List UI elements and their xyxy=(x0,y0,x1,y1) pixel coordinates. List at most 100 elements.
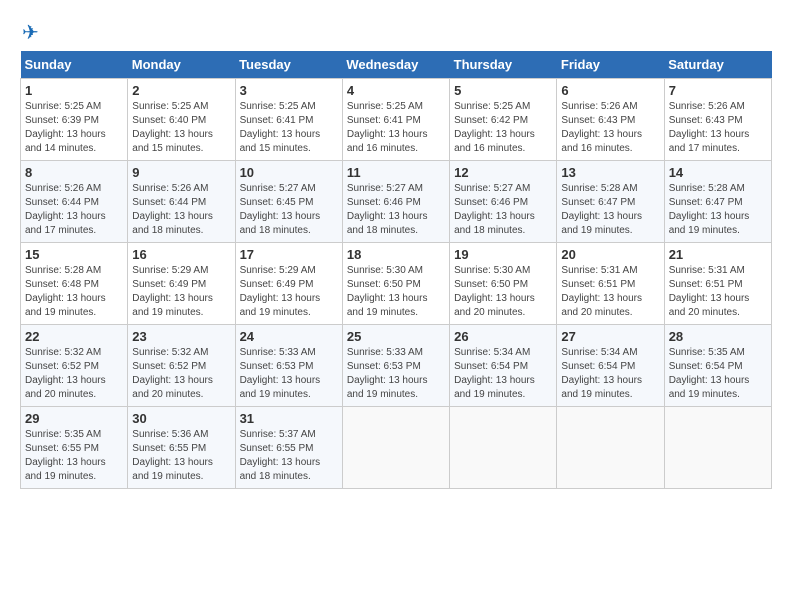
calendar-day-cell xyxy=(664,407,771,489)
calendar-day-cell xyxy=(450,407,557,489)
calendar-day-cell: 9 Sunrise: 5:26 AM Sunset: 6:44 PM Dayli… xyxy=(128,161,235,243)
day-number: 8 xyxy=(25,165,123,180)
day-number: 14 xyxy=(669,165,767,180)
calendar-day-cell: 26 Sunrise: 5:34 AM Sunset: 6:54 PM Dayl… xyxy=(450,325,557,407)
day-number: 30 xyxy=(132,411,230,426)
calendar-day-cell: 7 Sunrise: 5:26 AM Sunset: 6:43 PM Dayli… xyxy=(664,79,771,161)
day-info: Sunrise: 5:25 AM Sunset: 6:41 PM Dayligh… xyxy=(347,100,445,156)
day-number: 4 xyxy=(347,83,445,98)
day-number: 18 xyxy=(347,247,445,262)
calendar-day-cell: 24 Sunrise: 5:33 AM Sunset: 6:53 PM Dayl… xyxy=(235,325,342,407)
day-info: Sunrise: 5:28 AM Sunset: 6:48 PM Dayligh… xyxy=(25,264,123,320)
day-number: 25 xyxy=(347,329,445,344)
calendar-table: SundayMondayTuesdayWednesdayThursdayFrid… xyxy=(20,51,772,489)
day-info: Sunrise: 5:36 AM Sunset: 6:55 PM Dayligh… xyxy=(132,428,230,484)
day-number: 23 xyxy=(132,329,230,344)
day-info: Sunrise: 5:26 AM Sunset: 6:43 PM Dayligh… xyxy=(561,100,659,156)
day-info: Sunrise: 5:30 AM Sunset: 6:50 PM Dayligh… xyxy=(454,264,552,320)
day-info: Sunrise: 5:34 AM Sunset: 6:54 PM Dayligh… xyxy=(561,346,659,402)
day-number: 3 xyxy=(240,83,338,98)
day-info: Sunrise: 5:25 AM Sunset: 6:40 PM Dayligh… xyxy=(132,100,230,156)
weekday-header-cell: Saturday xyxy=(664,51,771,79)
calendar-day-cell: 1 Sunrise: 5:25 AM Sunset: 6:39 PM Dayli… xyxy=(21,79,128,161)
calendar-day-cell: 12 Sunrise: 5:27 AM Sunset: 6:46 PM Dayl… xyxy=(450,161,557,243)
calendar-day-cell: 25 Sunrise: 5:33 AM Sunset: 6:53 PM Dayl… xyxy=(342,325,449,407)
day-info: Sunrise: 5:32 AM Sunset: 6:52 PM Dayligh… xyxy=(25,346,123,402)
calendar-day-cell: 14 Sunrise: 5:28 AM Sunset: 6:47 PM Dayl… xyxy=(664,161,771,243)
calendar-day-cell: 8 Sunrise: 5:26 AM Sunset: 6:44 PM Dayli… xyxy=(21,161,128,243)
calendar-day-cell: 5 Sunrise: 5:25 AM Sunset: 6:42 PM Dayli… xyxy=(450,79,557,161)
day-info: Sunrise: 5:31 AM Sunset: 6:51 PM Dayligh… xyxy=(561,264,659,320)
day-number: 28 xyxy=(669,329,767,344)
calendar-day-cell: 15 Sunrise: 5:28 AM Sunset: 6:48 PM Dayl… xyxy=(21,243,128,325)
calendar-day-cell: 30 Sunrise: 5:36 AM Sunset: 6:55 PM Dayl… xyxy=(128,407,235,489)
weekday-header-cell: Wednesday xyxy=(342,51,449,79)
calendar-week-row: 1 Sunrise: 5:25 AM Sunset: 6:39 PM Dayli… xyxy=(21,79,772,161)
day-number: 7 xyxy=(669,83,767,98)
day-info: Sunrise: 5:29 AM Sunset: 6:49 PM Dayligh… xyxy=(240,264,338,320)
weekday-header-cell: Thursday xyxy=(450,51,557,79)
day-number: 21 xyxy=(669,247,767,262)
calendar-day-cell: 21 Sunrise: 5:31 AM Sunset: 6:51 PM Dayl… xyxy=(664,243,771,325)
day-number: 5 xyxy=(454,83,552,98)
calendar-week-row: 8 Sunrise: 5:26 AM Sunset: 6:44 PM Dayli… xyxy=(21,161,772,243)
day-info: Sunrise: 5:25 AM Sunset: 6:41 PM Dayligh… xyxy=(240,100,338,156)
day-number: 15 xyxy=(25,247,123,262)
calendar-day-cell: 6 Sunrise: 5:26 AM Sunset: 6:43 PM Dayli… xyxy=(557,79,664,161)
day-info: Sunrise: 5:31 AM Sunset: 6:51 PM Dayligh… xyxy=(669,264,767,320)
logo: ✈ xyxy=(20,20,39,41)
calendar-day-cell: 28 Sunrise: 5:35 AM Sunset: 6:54 PM Dayl… xyxy=(664,325,771,407)
day-info: Sunrise: 5:26 AM Sunset: 6:44 PM Dayligh… xyxy=(25,182,123,238)
calendar-week-row: 15 Sunrise: 5:28 AM Sunset: 6:48 PM Dayl… xyxy=(21,243,772,325)
day-info: Sunrise: 5:28 AM Sunset: 6:47 PM Dayligh… xyxy=(561,182,659,238)
calendar-body: 1 Sunrise: 5:25 AM Sunset: 6:39 PM Dayli… xyxy=(21,79,772,489)
day-number: 22 xyxy=(25,329,123,344)
calendar-day-cell: 17 Sunrise: 5:29 AM Sunset: 6:49 PM Dayl… xyxy=(235,243,342,325)
calendar-day-cell: 13 Sunrise: 5:28 AM Sunset: 6:47 PM Dayl… xyxy=(557,161,664,243)
day-number: 24 xyxy=(240,329,338,344)
day-number: 27 xyxy=(561,329,659,344)
day-info: Sunrise: 5:35 AM Sunset: 6:54 PM Dayligh… xyxy=(669,346,767,402)
day-info: Sunrise: 5:26 AM Sunset: 6:43 PM Dayligh… xyxy=(669,100,767,156)
day-info: Sunrise: 5:33 AM Sunset: 6:53 PM Dayligh… xyxy=(347,346,445,402)
weekday-header-cell: Sunday xyxy=(21,51,128,79)
day-number: 29 xyxy=(25,411,123,426)
weekday-header-cell: Tuesday xyxy=(235,51,342,79)
calendar-week-row: 29 Sunrise: 5:35 AM Sunset: 6:55 PM Dayl… xyxy=(21,407,772,489)
day-info: Sunrise: 5:28 AM Sunset: 6:47 PM Dayligh… xyxy=(669,182,767,238)
day-number: 31 xyxy=(240,411,338,426)
day-info: Sunrise: 5:29 AM Sunset: 6:49 PM Dayligh… xyxy=(132,264,230,320)
day-number: 1 xyxy=(25,83,123,98)
day-number: 17 xyxy=(240,247,338,262)
day-number: 12 xyxy=(454,165,552,180)
day-info: Sunrise: 5:25 AM Sunset: 6:39 PM Dayligh… xyxy=(25,100,123,156)
day-number: 19 xyxy=(454,247,552,262)
weekday-header-cell: Monday xyxy=(128,51,235,79)
calendar-day-cell: 4 Sunrise: 5:25 AM Sunset: 6:41 PM Dayli… xyxy=(342,79,449,161)
day-number: 9 xyxy=(132,165,230,180)
calendar-day-cell: 23 Sunrise: 5:32 AM Sunset: 6:52 PM Dayl… xyxy=(128,325,235,407)
day-info: Sunrise: 5:30 AM Sunset: 6:50 PM Dayligh… xyxy=(347,264,445,320)
day-info: Sunrise: 5:37 AM Sunset: 6:55 PM Dayligh… xyxy=(240,428,338,484)
calendar-day-cell: 20 Sunrise: 5:31 AM Sunset: 6:51 PM Dayl… xyxy=(557,243,664,325)
calendar-day-cell: 19 Sunrise: 5:30 AM Sunset: 6:50 PM Dayl… xyxy=(450,243,557,325)
calendar-week-row: 22 Sunrise: 5:32 AM Sunset: 6:52 PM Dayl… xyxy=(21,325,772,407)
day-number: 10 xyxy=(240,165,338,180)
day-info: Sunrise: 5:35 AM Sunset: 6:55 PM Dayligh… xyxy=(25,428,123,484)
calendar-day-cell: 27 Sunrise: 5:34 AM Sunset: 6:54 PM Dayl… xyxy=(557,325,664,407)
day-number: 16 xyxy=(132,247,230,262)
day-info: Sunrise: 5:32 AM Sunset: 6:52 PM Dayligh… xyxy=(132,346,230,402)
day-number: 2 xyxy=(132,83,230,98)
calendar-day-cell: 11 Sunrise: 5:27 AM Sunset: 6:46 PM Dayl… xyxy=(342,161,449,243)
day-info: Sunrise: 5:33 AM Sunset: 6:53 PM Dayligh… xyxy=(240,346,338,402)
day-number: 6 xyxy=(561,83,659,98)
day-info: Sunrise: 5:27 AM Sunset: 6:46 PM Dayligh… xyxy=(454,182,552,238)
day-info: Sunrise: 5:34 AM Sunset: 6:54 PM Dayligh… xyxy=(454,346,552,402)
day-number: 13 xyxy=(561,165,659,180)
logo-bird-icon: ✈ xyxy=(22,20,39,45)
weekday-header-row: SundayMondayTuesdayWednesdayThursdayFrid… xyxy=(21,51,772,79)
day-number: 11 xyxy=(347,165,445,180)
calendar-day-cell: 29 Sunrise: 5:35 AM Sunset: 6:55 PM Dayl… xyxy=(21,407,128,489)
day-info: Sunrise: 5:26 AM Sunset: 6:44 PM Dayligh… xyxy=(132,182,230,238)
day-number: 26 xyxy=(454,329,552,344)
